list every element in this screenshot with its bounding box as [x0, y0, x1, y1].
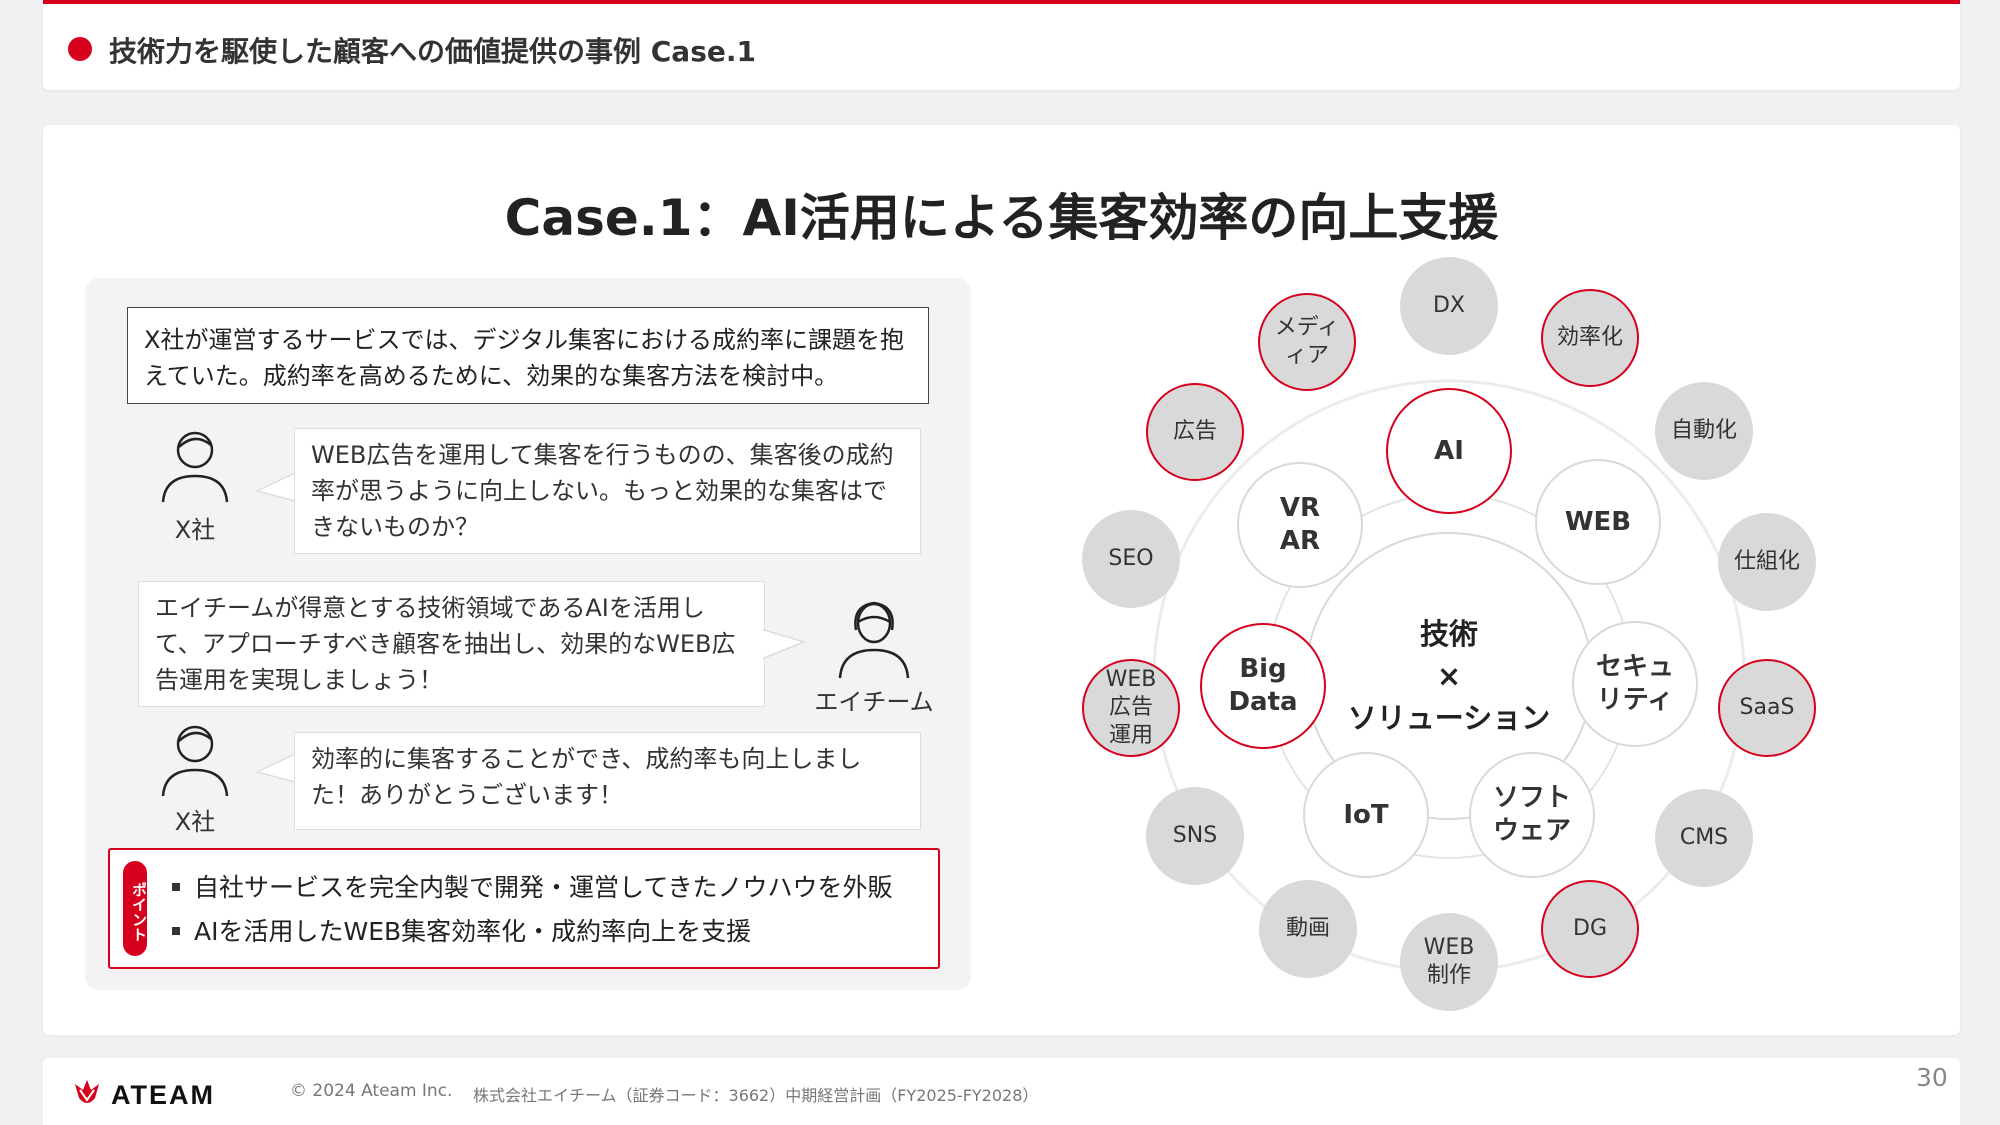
- bubble-tail: [762, 628, 807, 660]
- inner-node-iot: IoT: [1303, 752, 1429, 878]
- inner-node-software: ソフト ウェア: [1469, 752, 1595, 878]
- speech-bubble-x-2: 効率的に集客することができ、成約率も向上しました！ありがとうございます！: [294, 732, 921, 830]
- outer-node-ads: 広告: [1146, 383, 1244, 481]
- outer-node-cms: CMS: [1655, 789, 1753, 887]
- person-icon: [161, 725, 229, 797]
- footer: ATEAM © 2024 Ateam Inc. 株式会社エイチーム（証券コード：…: [43, 1058, 1960, 1125]
- speech-bubble-ateam: エイチームが得意とする技術領域であるAIを活用して、アプローチすべき顧客を抽出し…: [138, 581, 765, 707]
- logo-text: ATEAM: [111, 1080, 215, 1110]
- point-tag: ポイント: [123, 861, 148, 956]
- square-bullet-icon: [172, 927, 180, 935]
- ateam-logo: ATEAM: [73, 1076, 263, 1114]
- point-text: 自社サービスを完全内製で開発・運営してきたノウハウを外販: [194, 873, 893, 902]
- speaker-label: エイチーム: [814, 688, 934, 716]
- bubble-tail: [254, 471, 297, 502]
- outer-node-dg: DG: [1541, 880, 1639, 978]
- outer-node-video: 動画: [1259, 880, 1357, 978]
- outer-node-systemization: 仕組化: [1718, 513, 1816, 611]
- page-number: 30: [1916, 1063, 1948, 1092]
- outer-node-sns: SNS: [1146, 787, 1244, 885]
- person-x-company-1: X社: [155, 430, 235, 545]
- person-icon: [838, 601, 910, 679]
- inner-node-vr-ar: VR AR: [1237, 462, 1363, 588]
- outer-node-web-production: WEB 制作: [1400, 913, 1498, 1011]
- bullet-dot-icon: [68, 37, 92, 61]
- point-text: AIを活用したWEB集客効率化・成約率向上を支援: [194, 917, 752, 946]
- person-ateam: エイチーム: [809, 600, 939, 717]
- outer-node-media: メディ ィア: [1258, 293, 1356, 391]
- speaker-label: X社: [174, 808, 216, 836]
- bubble-tail: [254, 752, 297, 783]
- speech-bubble-x-1: WEB広告を運用して集客を行うものの、集客後の成約率が思うように向上しない。もっ…: [294, 428, 921, 554]
- speaker-label: X社: [174, 516, 216, 544]
- outer-node-automation: 自動化: [1655, 382, 1753, 480]
- person-icon: [161, 431, 229, 503]
- inner-node-bigdata: Big Data: [1200, 623, 1326, 749]
- inner-node-web: WEB: [1535, 459, 1661, 585]
- square-bullet-icon: [172, 883, 180, 891]
- point-item: AIを活用したWEB集客効率化・成約率向上を支援: [172, 912, 751, 948]
- person-x-company-2: X社: [155, 724, 235, 837]
- ateam-logo-icon: ATEAM: [75, 1080, 215, 1110]
- intro-text: X社が運営するサービスでは、デジタル集客における成約率に課題を抱えていた。成約率…: [127, 307, 929, 404]
- tech-solution-diagram: 技術 × ソリューション AI WEB セキュ リティ ソフト ウェア IoT …: [1020, 225, 1870, 1025]
- point-box: ポイント 自社サービスを完全内製で開発・運営してきたノウハウを外販 AIを活用し…: [108, 848, 940, 969]
- outer-node-seo: SEO: [1082, 510, 1180, 608]
- outer-node-efficiency: 効率化: [1541, 289, 1639, 387]
- company-info: 株式会社エイチーム（証券コード：3662）中期経営計画（FY2025-FY202…: [473, 1086, 1039, 1105]
- story-panel: X社が運営するサービスでは、デジタル集客における成約率に課題を抱えていた。成約率…: [85, 278, 971, 990]
- copyright: © 2024 Ateam Inc.: [290, 1081, 453, 1101]
- outer-node-saas: SaaS: [1718, 659, 1816, 757]
- inner-node-security: セキュ リティ: [1572, 621, 1698, 747]
- point-item: 自社サービスを完全内製で開発・運営してきたノウハウを外販: [172, 868, 893, 904]
- header-bar: 技術力を駆使した顧客への価値提供の事例 Case.1: [43, 0, 1960, 90]
- outer-node-dx: DX: [1400, 257, 1498, 355]
- header-title: 技術力を駆使した顧客への価値提供の事例 Case.1: [109, 35, 756, 68]
- inner-node-ai: AI: [1386, 388, 1512, 514]
- outer-node-web-ads: WEB 広告 運用: [1082, 659, 1180, 757]
